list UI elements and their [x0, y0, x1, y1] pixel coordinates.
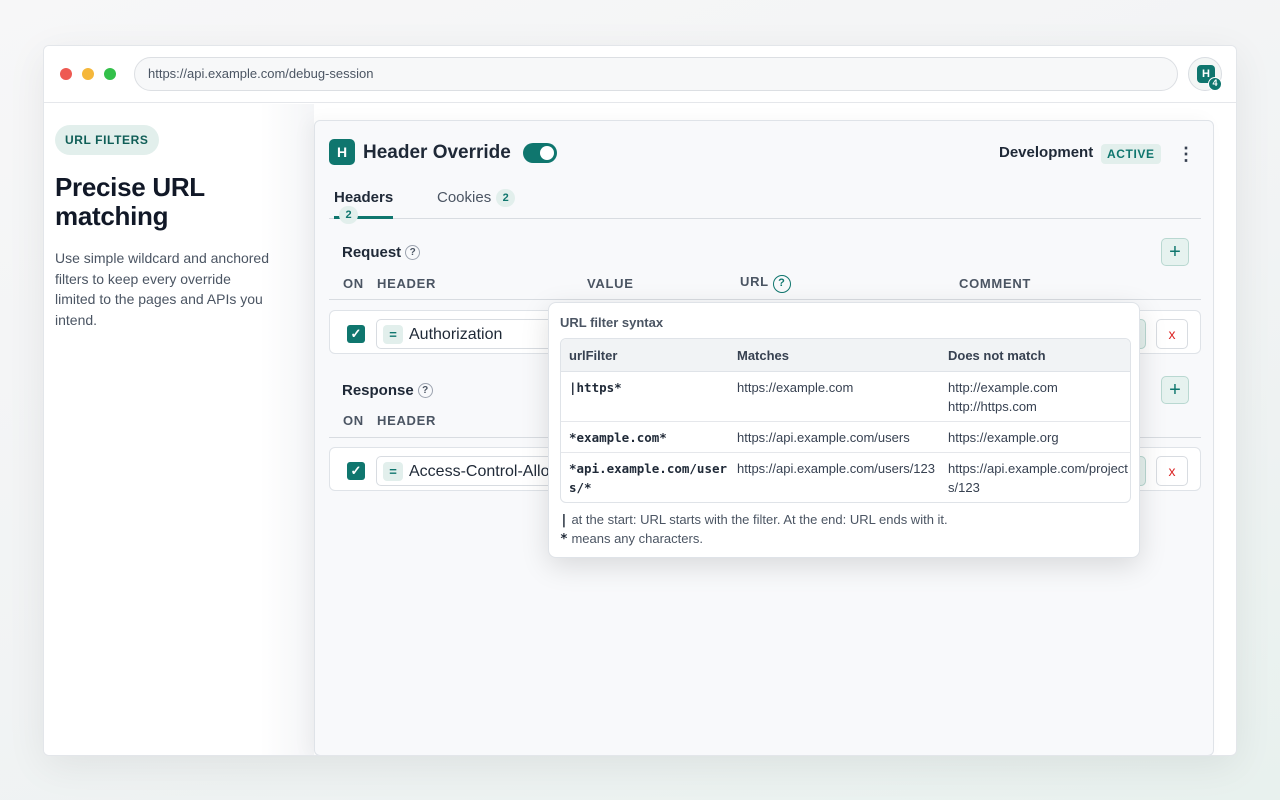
not-match-cell: http://example.com http://https.com	[948, 380, 1058, 414]
col-on: ON	[343, 276, 364, 291]
marketing-column: URL FILTERS Precise URL matching Use sim…	[44, 104, 314, 755]
note-star-text: means any characters.	[567, 531, 703, 546]
tab-bar: Headers2 Cookies 2	[329, 187, 1201, 224]
popover-title: URL filter syntax	[560, 315, 664, 330]
note-star: * means any characters.	[560, 531, 703, 547]
filter-cell: *example.com*	[569, 430, 667, 445]
help-icon[interactable]: ?	[405, 245, 421, 260]
header-name-input[interactable]: = Authorization	[376, 319, 566, 349]
note-pipe: | at the start: URL starts with the filt…	[560, 512, 948, 528]
header-name-input[interactable]: = Access-Control-Allo	[376, 456, 566, 486]
url-filter-popover: URL filter syntax urlFilter Matches Does…	[548, 302, 1140, 558]
table-row: |https* https://example.com http://examp…	[561, 372, 1130, 422]
address-bar[interactable]: https://api.example.com/debug-session	[134, 57, 1178, 91]
divider	[329, 299, 1201, 300]
equals-icon[interactable]: =	[383, 325, 403, 344]
response-title: Response	[342, 382, 414, 399]
col-value: VALUE	[587, 276, 634, 291]
filter-cell: |https*	[569, 380, 622, 395]
filter-syntax-table: urlFilter Matches Does not match |https*…	[560, 338, 1131, 503]
equals-icon[interactable]: =	[383, 462, 403, 481]
panel-title: Header Override	[363, 142, 511, 163]
maximize-window-button[interactable]	[104, 68, 116, 80]
checkbox-icon[interactable]: ✓	[347, 462, 365, 480]
col-url-label: URL	[740, 274, 769, 289]
th-matches: Matches	[737, 348, 790, 363]
matches-cell: https://api.example.com/users/123	[737, 461, 935, 476]
tab-headers[interactable]: Headers2	[334, 189, 394, 224]
title-bar: https://api.example.com/debug-session H …	[44, 46, 1236, 103]
not-match-cell: https://example.org	[948, 430, 1059, 445]
request-section-title: Request?	[342, 244, 421, 261]
delete-row-button[interactable]: x	[1156, 319, 1188, 349]
request-title: Request	[342, 244, 402, 261]
more-vertical-icon[interactable]: ⋮	[1177, 142, 1195, 166]
header-name-value: Access-Control-Allo	[409, 463, 550, 480]
hero-description: Use simple wildcard and anchored filters…	[55, 250, 269, 328]
tab-cookies[interactable]: Cookies 2	[437, 189, 516, 219]
hero-heading: Precise URL matching	[55, 172, 205, 231]
app-logo-icon: H	[329, 139, 355, 165]
matches-cell: https://example.com	[737, 380, 854, 395]
minimize-window-button[interactable]	[82, 68, 94, 80]
table-row: *api.example.com/users/* https://api.exa…	[561, 453, 1130, 502]
add-request-header-button[interactable]: +	[1161, 238, 1189, 266]
matches-cell: https://api.example.com/users	[737, 430, 910, 445]
header-name-value: Authorization	[409, 326, 503, 343]
pipe-symbol: |	[560, 513, 568, 528]
close-window-button[interactable]	[60, 68, 72, 80]
tab-cookies-label: Cookies	[437, 189, 492, 206]
delete-row-button[interactable]: x	[1156, 456, 1188, 486]
col-on: ON	[343, 413, 364, 428]
filter-cell: *api.example.com/users/*	[569, 461, 728, 495]
tab-headers-label: Headers	[334, 189, 394, 206]
response-section-title: Response?	[342, 382, 433, 399]
th-urlfilter: urlFilter	[569, 348, 618, 363]
tab-cookies-count: 2	[496, 189, 516, 207]
enable-toggle[interactable]	[523, 143, 557, 163]
extension-button[interactable]: H 4	[1188, 57, 1222, 91]
extension-badge: 4	[1208, 77, 1222, 91]
help-icon[interactable]: ?	[417, 383, 433, 398]
col-header: HEADER	[377, 413, 437, 428]
col-header: HEADER	[377, 276, 437, 291]
feature-pill: URL FILTERS	[55, 125, 159, 155]
toggle-knob	[540, 146, 554, 160]
note-pipe-text: at the start: URL starts with the filter…	[567, 512, 948, 527]
url-help-icon[interactable]: ?	[772, 275, 791, 293]
table-row: *example.com* https://api.example.com/us…	[561, 422, 1130, 453]
col-url: URL?	[740, 274, 791, 293]
not-match-cell: https://api.example.com/projects/123	[948, 461, 1128, 495]
add-response-header-button[interactable]: +	[1161, 376, 1189, 404]
profile-status-badge: ACTIVE	[1101, 144, 1161, 164]
profile-name[interactable]: Development	[999, 144, 1093, 161]
col-comment: COMMENT	[959, 276, 1032, 291]
star-symbol: *	[560, 532, 568, 547]
checkbox-icon[interactable]: ✓	[347, 325, 365, 343]
tab-headers-count: 2	[339, 206, 358, 224]
th-not-match: Does not match	[948, 348, 1046, 363]
table-header: urlFilter Matches Does not match	[561, 339, 1130, 372]
